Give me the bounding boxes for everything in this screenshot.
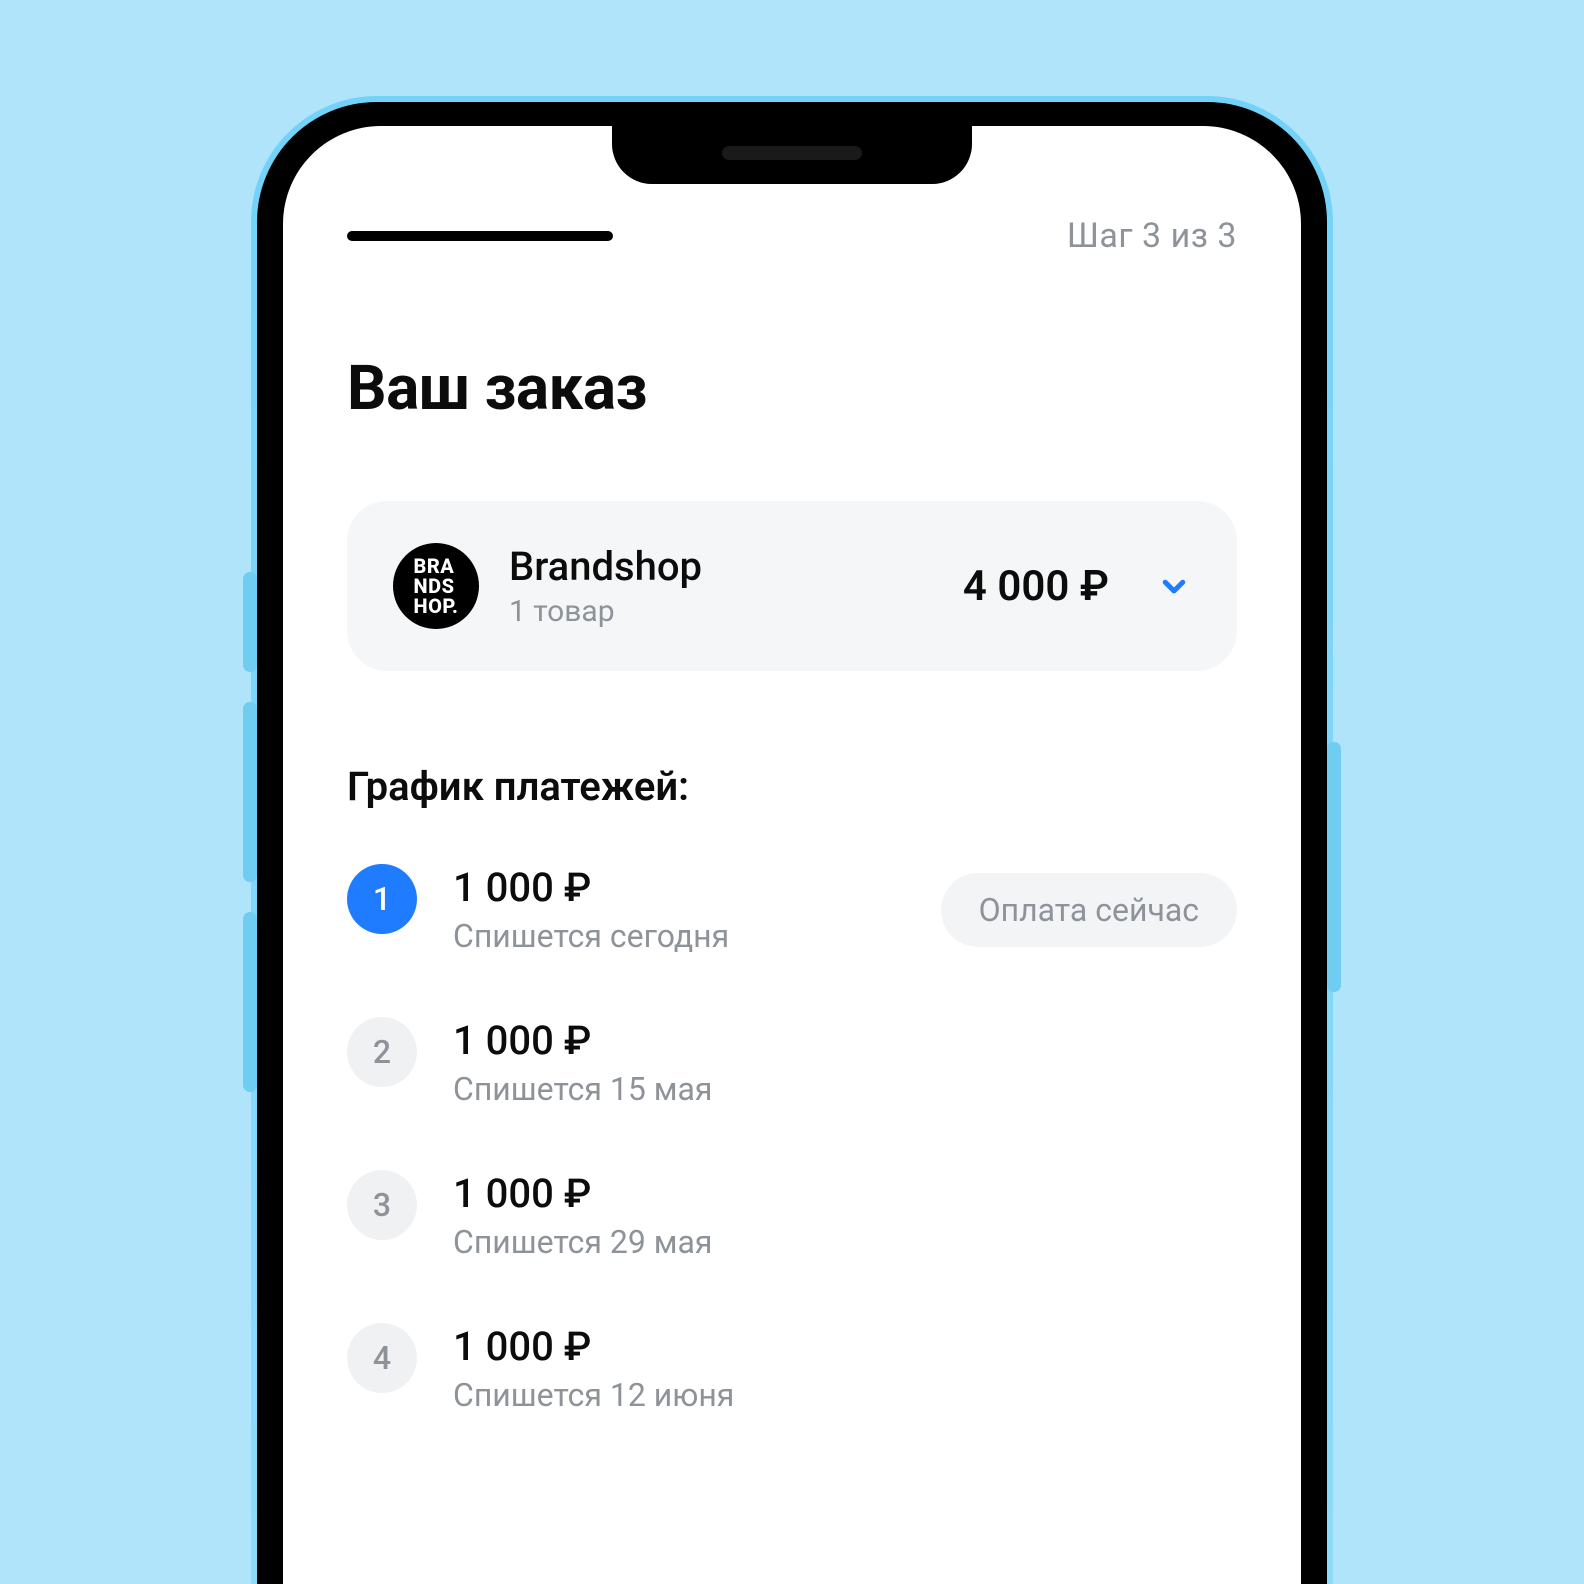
phone-frame: Шаг 3 из 3 Ваш заказ BRA NDS HOP. Brands… [257,102,1327,1584]
schedule-date: Спишется 12 июня [453,1376,1237,1414]
payment-schedule: 1 1 000 ₽ Спишется сегодня Оплата сейчас… [347,864,1237,1414]
schedule-date: Спишется сегодня [453,917,905,955]
phone-mute-switch [243,572,257,672]
order-summary-card[interactable]: BRA NDS HOP. Brandshop 1 товар 4 000 ₽ [347,501,1237,671]
merchant-items-count: 1 товар [509,594,933,629]
page-title: Ваш заказ [347,352,1237,425]
phone-power-button [1327,742,1341,992]
phone-volume-up [243,702,257,882]
schedule-date: Спишется 15 мая [453,1070,1237,1108]
merchant-name: Brandshop [509,543,933,590]
schedule-step-number: 1 [347,864,417,934]
chevron-down-icon[interactable] [1157,569,1191,603]
phone-volume-down [243,912,257,1092]
schedule-row: 3 1 000 ₽ Спишется 29 мая [347,1170,1237,1261]
schedule-date: Спишется 29 мая [453,1223,1237,1261]
schedule-amount: 1 000 ₽ [453,1323,1237,1370]
merchant-logo: BRA NDS HOP. [393,543,479,629]
merchant-logo-text: BRA NDS HOP. [414,556,459,616]
schedule-amount: 1 000 ₽ [453,1170,1237,1217]
schedule-step-number: 2 [347,1017,417,1087]
pay-now-badge: Оплата сейчас [941,873,1237,947]
schedule-row: 4 1 000 ₽ Спишется 12 июня [347,1323,1237,1414]
header-row: Шаг 3 из 3 [347,216,1237,256]
schedule-row: 2 1 000 ₽ Спишется 15 мая [347,1017,1237,1108]
screen: Шаг 3 из 3 Ваш заказ BRA NDS HOP. Brands… [283,126,1301,1584]
schedule-title: График платежей: [347,763,1237,810]
schedule-row: 1 1 000 ₽ Спишется сегодня Оплата сейчас [347,864,1237,955]
phone-mockup: Шаг 3 из 3 Ваш заказ BRA NDS HOP. Brands… [257,102,1327,1584]
schedule-step-number: 3 [347,1170,417,1240]
schedule-amount: 1 000 ₽ [453,1017,1237,1064]
phone-notch [612,126,972,184]
merchant-info: Brandshop 1 товар [509,543,933,629]
progress-bar [347,231,613,241]
order-total: 4 000 ₽ [963,562,1109,611]
schedule-amount: 1 000 ₽ [453,864,905,911]
schedule-step-number: 4 [347,1323,417,1393]
step-indicator: Шаг 3 из 3 [1067,216,1237,256]
